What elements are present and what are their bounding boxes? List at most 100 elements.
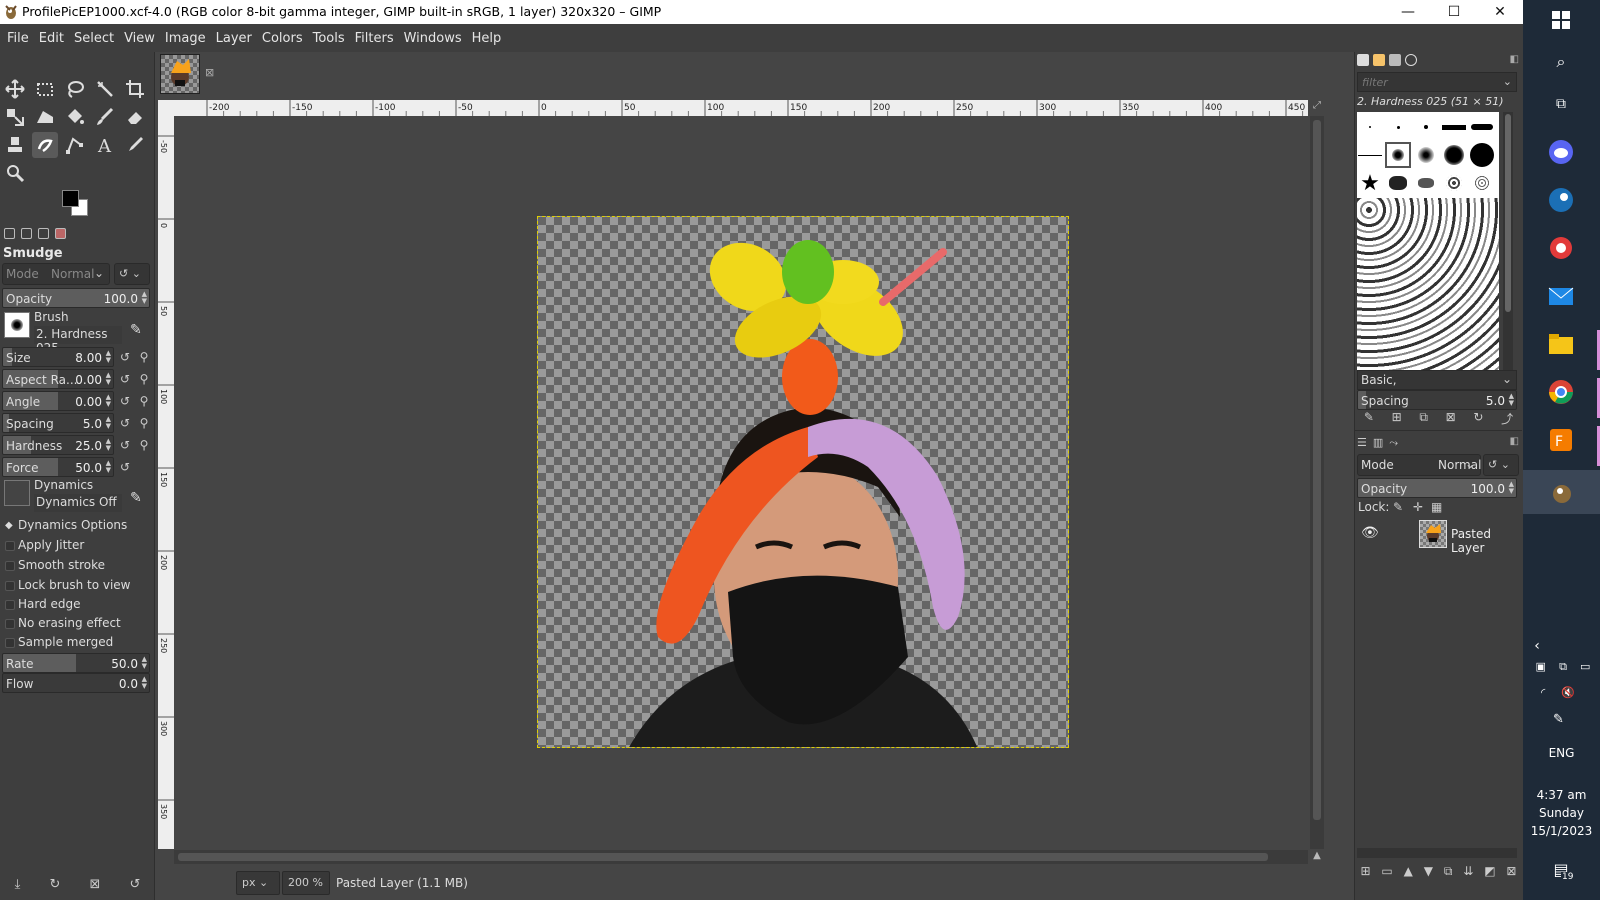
hard-edge-checkbox[interactable] (5, 600, 15, 610)
dock-menu-icon[interactable]: ◧ (1510, 54, 1519, 65)
text-tool-icon[interactable]: A (92, 132, 118, 158)
bucket-fill-tool-icon[interactable] (62, 104, 88, 130)
brush-tag-input[interactable]: Basic, ⌄ (1357, 370, 1517, 390)
spacing-slider[interactable]: Spacing 5.0 ▲ ▼ (2, 413, 114, 433)
brush-preview[interactable] (4, 312, 30, 338)
brush-cell[interactable] (1357, 142, 1383, 168)
lasso-tool-icon[interactable] (62, 76, 88, 102)
channels-tab-icon[interactable]: ▥ (1373, 436, 1383, 450)
chevron-left-icon[interactable]: ‹ (1521, 630, 1553, 662)
reset-icon[interactable]: ↺ (118, 394, 132, 408)
zoom-follow-icon[interactable]: ⤢ (1310, 100, 1324, 116)
brush-cell[interactable] (1441, 170, 1467, 196)
steam-icon[interactable] (1545, 184, 1577, 216)
pen-icon[interactable]: ✎ (1553, 712, 1564, 727)
menu-filters[interactable]: Filters (350, 31, 399, 46)
wifi-icon[interactable]: ◜ (1541, 686, 1545, 699)
dock-separator[interactable] (1355, 430, 1522, 434)
file-explorer-icon[interactable] (1545, 328, 1577, 360)
brush-cell[interactable] (1469, 114, 1495, 140)
app-icon[interactable] (1545, 232, 1577, 264)
search-icon[interactable]: ⌕ (1545, 46, 1577, 78)
edit-brush-icon[interactable]: ✎ (1364, 410, 1374, 428)
tool-options-tab-icon[interactable] (4, 228, 15, 239)
transform-tool-icon[interactable] (2, 104, 28, 130)
horizontal-scroll-thumb[interactable] (178, 853, 1268, 861)
layer-mask-icon[interactable]: ◩ (1484, 864, 1495, 884)
open-brush-icon[interactable]: ⤴ (1501, 410, 1513, 428)
brush-cell[interactable]: ★ (1357, 170, 1383, 196)
windows-start-icon[interactable] (1545, 4, 1577, 36)
brush-cell[interactable] (1441, 142, 1467, 168)
clock[interactable]: 4:37 am Sunday 15/1/2023 (1523, 786, 1600, 840)
image-canvas[interactable] (537, 216, 1069, 748)
dock-menu-icon[interactable]: ◧ (1510, 436, 1519, 447)
discord-icon[interactable] (1545, 136, 1577, 168)
hardness-slider[interactable]: Hardness 25.0 ▲ ▼ (2, 435, 114, 455)
link-icon[interactable]: ⚲ (137, 416, 151, 430)
menu-file[interactable]: File (2, 31, 34, 46)
language-indicator[interactable]: ENG (1523, 746, 1600, 760)
gimp-taskbar-icon[interactable] (1523, 470, 1600, 514)
fuzzy-select-tool-icon[interactable] (92, 76, 118, 102)
battery-icon[interactable]: ▭ (1580, 660, 1590, 674)
ruler-corner[interactable] (158, 100, 174, 116)
vertical-scrollbar[interactable] (1310, 116, 1324, 849)
expander-icon[interactable]: ◆ (5, 520, 13, 531)
force-slider[interactable]: Force 50.0 ▲ ▼ (2, 457, 114, 477)
new-layer-icon[interactable]: ⊞ (1360, 864, 1370, 884)
mode-reset-button[interactable]: ↺ ⌄ (114, 263, 150, 285)
notifications-icon[interactable]: ▤ 19 (1547, 860, 1575, 886)
brush-filter-input[interactable]: filter ⌄ (1357, 72, 1517, 92)
reset-icon[interactable]: ↺ (118, 372, 132, 386)
eye-icon[interactable]: 👁 (1361, 525, 1379, 541)
brush-cell[interactable] (1441, 114, 1467, 140)
rate-slider[interactable]: Rate 50.0 ▲ ▼ (2, 653, 150, 673)
menu-colors[interactable]: Colors (257, 31, 308, 46)
warp-tool-icon[interactable] (32, 104, 58, 130)
foreground-color-swatch[interactable] (62, 190, 79, 207)
layers-tab-icon[interactable]: ☰ (1357, 436, 1367, 450)
layer-row[interactable]: 👁 Pasted Layer (1355, 518, 1522, 555)
duplicate-brush-icon[interactable]: ⧉ (1419, 410, 1428, 428)
clone-tool-icon[interactable] (2, 132, 28, 158)
brush-cell[interactable] (1469, 142, 1495, 168)
flow-slider[interactable]: Flow 0.0 ▲ ▼ (2, 673, 150, 693)
brush-cell[interactable] (1469, 170, 1495, 196)
link-icon[interactable]: ⚲ (137, 394, 151, 408)
meet-now-icon[interactable]: ▣ (1536, 660, 1546, 674)
smudge-tool-icon[interactable] (32, 132, 58, 158)
link-icon[interactable]: ⚲ (137, 438, 151, 452)
dynamics-selector[interactable]: Dynamics Dynamics Off ✎ (2, 478, 152, 512)
task-view-icon[interactable]: ⧉ (1545, 88, 1577, 120)
edit-brush-icon[interactable]: ✎ (130, 322, 142, 338)
aspect-ratio-slider[interactable]: Aspect Ra... 0.00 ▲ ▼ (2, 369, 114, 389)
size-slider[interactable]: Size 8.00 ▲ ▼ (2, 347, 114, 367)
brushes-tab-icon[interactable] (1357, 54, 1369, 66)
layer-mode-reset-button[interactable]: ↺ ⌄ (1483, 454, 1519, 476)
opacity-slider[interactable]: Opacity 100.0 ▲ ▼ (2, 288, 150, 308)
zoom-select[interactable]: 200 % (282, 871, 330, 895)
reset-icon[interactable]: ↺ (118, 416, 132, 430)
edit-dynamics-icon[interactable]: ✎ (130, 490, 142, 506)
fusion-app-icon[interactable]: F (1545, 424, 1577, 456)
smooth-stroke-checkbox[interactable] (5, 561, 15, 571)
brush-cell[interactable] (1357, 114, 1383, 140)
images-tab-icon[interactable] (55, 228, 66, 239)
paths-tool-icon[interactable] (62, 132, 88, 158)
menu-layer[interactable]: Layer (211, 31, 257, 46)
brush-cells-more[interactable] (1357, 198, 1499, 370)
close-tab-icon[interactable]: ⊠ (205, 66, 214, 79)
vertical-scroll-thumb[interactable] (1313, 120, 1321, 820)
maximize-button[interactable]: ☐ (1431, 0, 1477, 24)
unit-select[interactable]: px ⌄ (236, 871, 280, 895)
brush-cell-selected[interactable] (1385, 142, 1411, 168)
menu-view[interactable]: View (119, 31, 160, 46)
no-erasing-checkbox[interactable] (5, 619, 15, 629)
mode-select[interactable]: Mode Normal ⌄ (2, 263, 110, 285)
fonts-tab-icon[interactable] (1389, 54, 1401, 66)
chrome-icon[interactable] (1545, 376, 1577, 408)
minimize-button[interactable]: — (1385, 0, 1431, 24)
new-layer-group-icon[interactable]: ▭ (1381, 864, 1392, 884)
paintbrush-tool-icon[interactable] (92, 104, 118, 130)
